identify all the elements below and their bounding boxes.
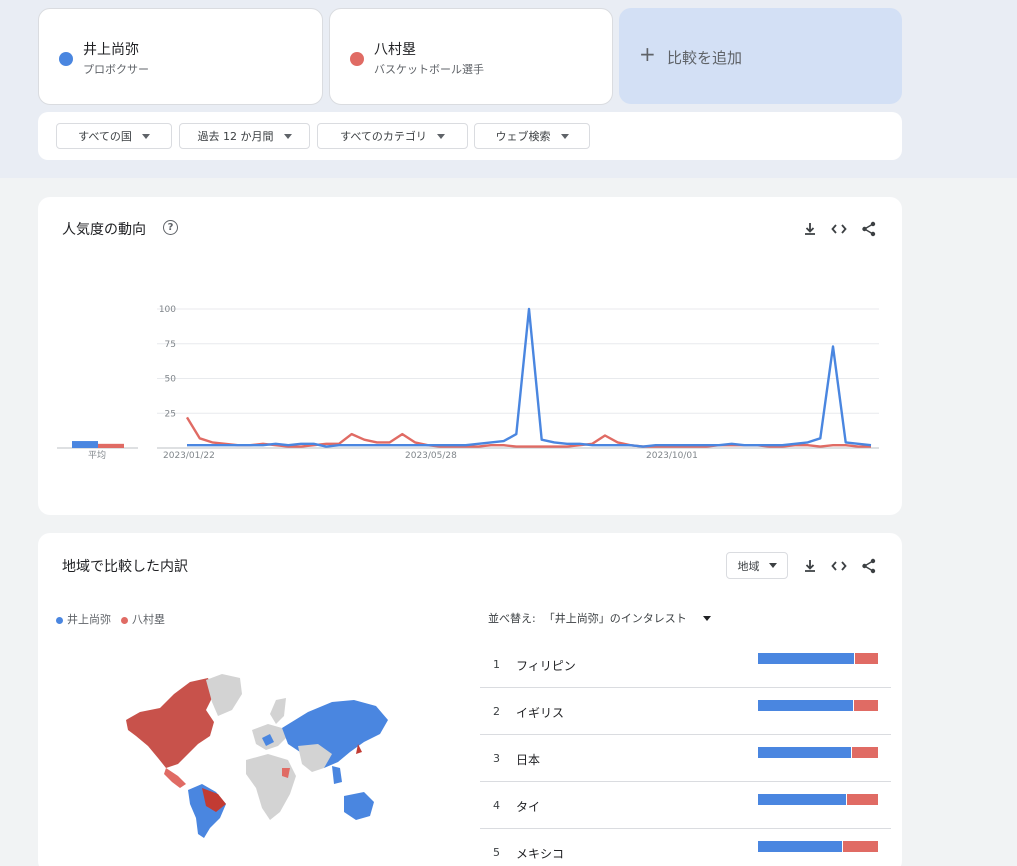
map-region-asia bbox=[282, 700, 388, 768]
term-card-2[interactable]: 八村塁 バスケットボール選手 bbox=[329, 8, 613, 105]
region-row[interactable]: 4 タイ bbox=[480, 782, 891, 829]
embed-icon[interactable] bbox=[830, 557, 848, 575]
region-row[interactable]: 1 フィリピン bbox=[480, 641, 891, 688]
map-region-africa bbox=[246, 754, 296, 820]
add-compare-button[interactable]: + 比較を追加 bbox=[619, 8, 902, 104]
region-row[interactable]: 3 日本 bbox=[480, 735, 891, 782]
regions-legend: 井上尚弥 八村塁 bbox=[56, 611, 165, 627]
help-icon[interactable]: ? bbox=[163, 220, 178, 235]
caret-down-icon bbox=[702, 615, 711, 621]
region-level-select[interactable]: 地域 bbox=[726, 552, 788, 579]
region-rank: 4 bbox=[493, 799, 500, 812]
share-icon[interactable] bbox=[860, 220, 878, 238]
region-ratio-bar bbox=[758, 747, 878, 758]
caret-down-icon bbox=[283, 133, 292, 139]
filter-category-label: すべてのカテゴリ bbox=[340, 130, 427, 143]
term-card-1[interactable]: 井上尚弥 プロボクサー bbox=[38, 8, 323, 105]
region-name: フィリピン bbox=[516, 659, 576, 673]
region-name: 日本 bbox=[516, 753, 541, 767]
region-rank: 2 bbox=[493, 705, 500, 718]
ratio-segment-red bbox=[855, 653, 878, 664]
sort-prefix: 並べ替え: bbox=[488, 612, 536, 625]
region-ratio-bar bbox=[758, 841, 878, 852]
region-name: メキシコ bbox=[516, 847, 565, 861]
filter-search-type-label: ウェブ検索 bbox=[495, 130, 551, 143]
regions-title: 地域で比較した内訳 bbox=[62, 559, 188, 575]
legend-item-red: 八村塁 bbox=[121, 611, 165, 627]
term-subtitle: プロボクサー bbox=[83, 63, 149, 76]
region-rank: 3 bbox=[493, 752, 500, 765]
sort-selector[interactable]: 並べ替え: 「井上尚弥」のインタレスト bbox=[488, 610, 711, 626]
filter-country[interactable]: すべての国 bbox=[56, 123, 172, 149]
region-row[interactable]: 2 イギリス bbox=[480, 688, 891, 735]
term-subtitle: バスケットボール選手 bbox=[374, 63, 484, 76]
ratio-segment-red bbox=[843, 841, 878, 852]
trend-title: 人気度の動向 bbox=[62, 222, 146, 238]
term-name: 井上尚弥 bbox=[83, 42, 139, 58]
region-name: タイ bbox=[516, 800, 541, 814]
ratio-segment-blue bbox=[758, 747, 851, 758]
filter-period[interactable]: 過去 12 か月間 bbox=[179, 123, 310, 149]
region-level-label: 地域 bbox=[737, 559, 760, 573]
region-row[interactable]: 5 メキシコ bbox=[480, 829, 891, 866]
region-name: イギリス bbox=[516, 706, 565, 720]
filter-category[interactable]: すべてのカテゴリ bbox=[317, 123, 468, 149]
filter-period-label: 過去 12 か月間 bbox=[197, 130, 274, 143]
map-region-north-america bbox=[126, 678, 214, 768]
term-color-dot-blue bbox=[59, 52, 73, 66]
map-region-greenland bbox=[206, 674, 242, 716]
ratio-segment-blue bbox=[758, 841, 842, 852]
world-map[interactable] bbox=[118, 672, 393, 842]
trend-card bbox=[38, 197, 902, 515]
region-ratio-bar bbox=[758, 700, 878, 711]
legend-item-blue: 井上尚弥 bbox=[56, 611, 111, 627]
filter-search-type[interactable]: ウェブ検索 bbox=[474, 123, 590, 149]
embed-icon[interactable] bbox=[830, 220, 848, 238]
region-ratio-bar bbox=[758, 653, 878, 664]
caret-down-icon bbox=[141, 133, 150, 139]
share-icon[interactable] bbox=[860, 557, 878, 575]
term-color-dot-red bbox=[350, 52, 364, 66]
ratio-segment-blue bbox=[758, 653, 854, 664]
region-rank: 5 bbox=[493, 846, 500, 859]
region-rank: 1 bbox=[493, 658, 500, 671]
caret-down-icon bbox=[768, 563, 777, 568]
ratio-segment-red bbox=[854, 700, 878, 711]
ratio-segment-blue bbox=[758, 794, 846, 805]
caret-down-icon bbox=[560, 133, 569, 139]
filter-bar: すべての国 過去 12 か月間 すべてのカテゴリ ウェブ検索 bbox=[38, 112, 902, 160]
ratio-segment-red bbox=[852, 747, 878, 758]
add-compare-label: 比較を追加 bbox=[667, 49, 743, 67]
filter-country-label: すべての国 bbox=[78, 130, 132, 143]
term-name: 八村塁 bbox=[374, 42, 416, 58]
ratio-segment-red bbox=[847, 794, 878, 805]
region-ratio-bar bbox=[758, 794, 878, 805]
map-region-australia bbox=[344, 792, 374, 820]
sort-value: 「井上尚弥」のインタレスト bbox=[543, 612, 687, 625]
plus-icon: + bbox=[639, 42, 656, 66]
caret-down-icon bbox=[436, 133, 445, 139]
ratio-segment-blue bbox=[758, 700, 853, 711]
download-icon[interactable] bbox=[801, 557, 819, 575]
download-icon[interactable] bbox=[801, 220, 819, 238]
